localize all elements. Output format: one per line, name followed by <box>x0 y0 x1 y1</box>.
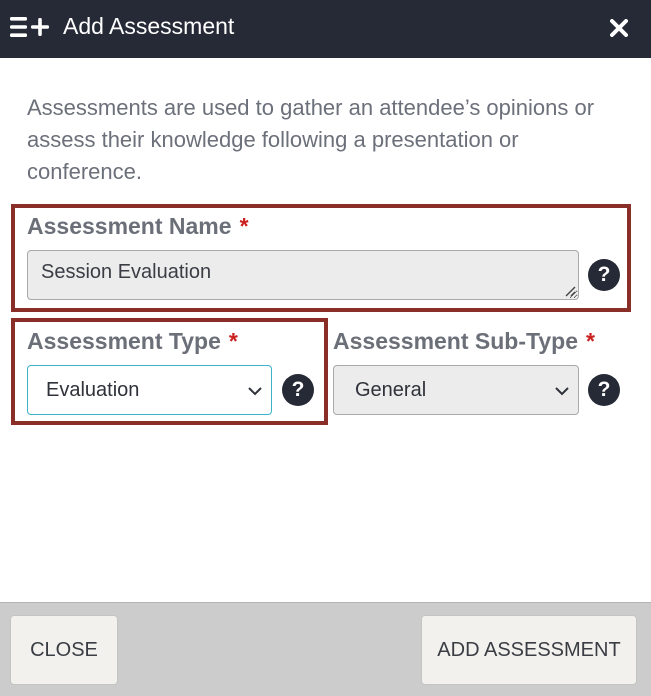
assessment-subtype-label: Assessment Sub-Type * <box>333 327 595 355</box>
name-help-icon[interactable]: ? <box>588 259 620 291</box>
assessment-type-select[interactable]: Evaluation <box>27 365 272 415</box>
assessment-name-input[interactable] <box>27 250 579 300</box>
assessment-name-label-text: Assessment Name <box>27 213 232 239</box>
assessment-type-label: Assessment Type * <box>27 327 238 355</box>
chevron-down-icon <box>248 387 262 396</box>
assessment-type-label-text: Assessment Type <box>27 328 221 354</box>
required-marker: * <box>585 328 595 354</box>
add-assessment-button[interactable]: ADD ASSESSMENT <box>421 615 637 685</box>
assessment-subtype-select[interactable]: General <box>333 365 579 415</box>
list-add-icon <box>10 17 49 37</box>
required-marker: * <box>228 328 238 354</box>
subtype-help-icon[interactable]: ? <box>588 374 620 406</box>
close-icon[interactable] <box>604 13 634 43</box>
close-button[interactable]: CLOSE <box>10 615 118 685</box>
dialog-description: Assessments are used to gather an attend… <box>27 95 595 184</box>
assessment-type-value: Evaluation <box>46 378 140 401</box>
chevron-down-icon <box>555 387 569 396</box>
dialog-title: Add Assessment <box>63 13 235 39</box>
assessment-subtype-value: General <box>355 378 427 401</box>
assessment-name-label: Assessment Name * <box>27 212 249 240</box>
required-marker: * <box>239 213 249 239</box>
type-help-icon[interactable]: ? <box>282 374 314 406</box>
assessment-subtype-label-text: Assessment Sub-Type <box>333 328 578 354</box>
dialog-header: Add Assessment <box>0 0 651 58</box>
